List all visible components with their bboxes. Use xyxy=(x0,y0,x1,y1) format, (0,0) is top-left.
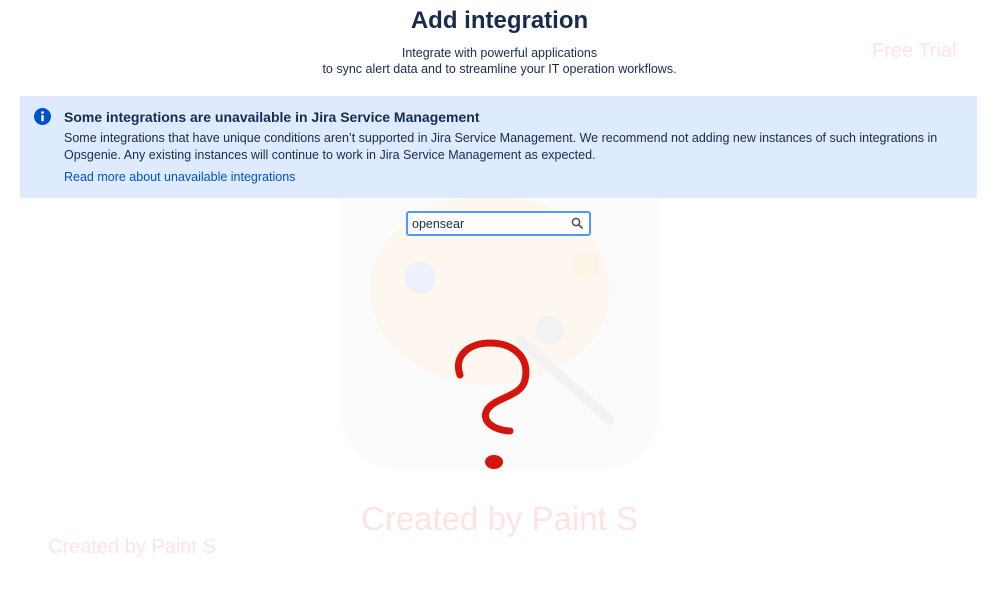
search-field xyxy=(406,211,591,236)
info-icon xyxy=(34,108,51,125)
add-integration-page: Free Trial Created by Paint S Created by… xyxy=(0,0,999,599)
search-icon[interactable] xyxy=(571,217,583,229)
page-subtitle: Integrate with powerful applications to … xyxy=(0,45,999,77)
unavailable-integrations-banner: Some integrations are unavailable in Jir… xyxy=(20,96,977,198)
read-more-link[interactable]: Read more about unavailable integrations xyxy=(64,169,295,185)
subtitle-line-2: to sync alert data and to streamline you… xyxy=(322,62,677,76)
banner-body: Some integrations that have unique condi… xyxy=(64,131,938,162)
created-by-watermark-left: Created by Paint S xyxy=(48,536,216,558)
question-mark-icon xyxy=(454,339,530,469)
search-input[interactable] xyxy=(408,213,567,234)
banner-heading: Some integrations are unavailable in Jir… xyxy=(64,109,480,125)
subtitle-line-1: Integrate with powerful applications xyxy=(401,46,598,60)
page-title: Add integration xyxy=(410,7,589,34)
created-by-watermark-center: Created by Paint S xyxy=(361,500,638,537)
